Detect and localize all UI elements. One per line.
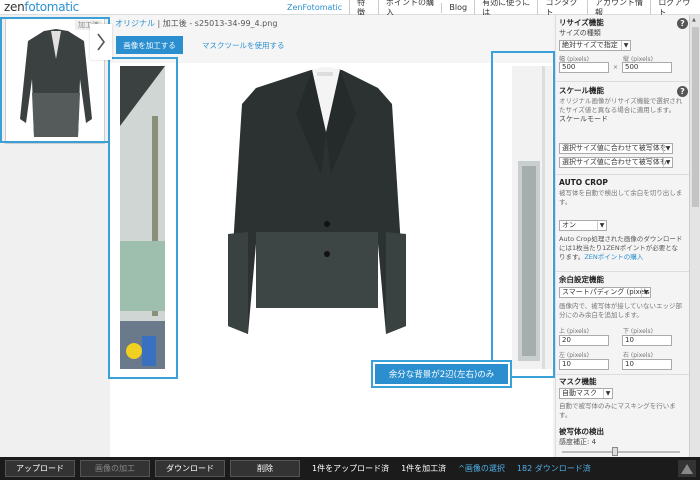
chevron-down-icon: ▼: [663, 158, 672, 167]
margin-mode-value: スマートパディング (pixels): [562, 288, 651, 296]
processed-image-preview[interactable]: [116, 64, 548, 370]
top-nav: ZenFotomatic 特徴 ポイントの購入 Blog 有効に使うには コンタ…: [280, 0, 700, 18]
breadcrumb-dash: -: [189, 19, 193, 28]
scale-title: スケール機能: [559, 86, 604, 95]
width-input[interactable]: 500: [559, 62, 609, 73]
resize-title: リサイズ機能: [559, 18, 604, 27]
breadcrumb: オリジナル | 加工後 - s25013-34-99_4.png: [115, 18, 277, 29]
autocrop-title: AUTO CROP: [559, 178, 608, 187]
divider: [556, 271, 689, 272]
size-type-select[interactable]: 絶対サイズで指定 ▼: [559, 40, 631, 51]
mask-title: マスク機能: [559, 377, 597, 386]
margin-description: 画像内で、被写体が接していないエッジ部分にのみ余白を追加します。: [559, 302, 683, 319]
scale-section: スケール機能 ? オリジナル画像がリサイズ機能で選択されたサイズ値と異なる場合に…: [556, 85, 689, 168]
autocrop-note: Auto Crop処理された画像のダウンロードには1枚当たり1ZENポイントが必…: [556, 235, 684, 262]
settings-panel: リサイズ機能 ? サイズの種類 絶対サイズで指定 ▼ 幅 (pixels) 縦 (…: [555, 15, 689, 457]
margin-title: 余白設定機能: [559, 275, 604, 284]
left-margin-label: 左 (pixels): [559, 352, 589, 359]
detect-title: 被写体の検出: [559, 427, 604, 436]
panel-scrollbar[interactable]: ▲: [689, 15, 700, 457]
help-icon[interactable]: ?: [677, 18, 688, 29]
right-margin-input[interactable]: 10: [622, 359, 672, 370]
mask-tool-link[interactable]: マスクツールを使用する: [202, 40, 285, 51]
autocrop-select[interactable]: オン ▼: [559, 220, 607, 231]
nav-home[interactable]: ZenFotomatic: [280, 3, 349, 13]
scale-mode-select-1[interactable]: 選択サイズ値に合わせて被写体を ▼: [559, 143, 673, 154]
app-window: zenfotomatic ZenFotomatic 特徴 ポイントの購入 Blo…: [0, 0, 700, 480]
bottom-bar: アップロード 画像の加工 ダウンロード 削除 1件をアップロード済 1件を加工済…: [0, 457, 700, 480]
logo-suffix: fotomatic: [24, 0, 79, 14]
mask-value: 自動マスク: [562, 389, 597, 397]
top-margin-label: 上 (pixels): [559, 328, 589, 335]
scale-mode-value-2: 選択サイズ値に合わせて被写体も: [562, 158, 667, 166]
buy-points-link[interactable]: ZENポイントの購入: [584, 253, 643, 261]
scrollbar-thumb[interactable]: [692, 27, 699, 207]
chevron-down-icon: ▼: [603, 389, 612, 398]
top-bar: zenfotomatic ZenFotomatic 特徴 ポイントの購入 Blo…: [0, 0, 700, 18]
scale-mode-value-1: 選択サイズ値に合わせて被写体を: [562, 144, 667, 152]
logo[interactable]: zenfotomatic: [4, 0, 79, 14]
sensitivity-slider-handle[interactable]: [612, 447, 618, 456]
help-icon[interactable]: ?: [677, 86, 688, 97]
original-link[interactable]: オリジナル: [115, 19, 155, 28]
divider: [556, 81, 689, 82]
autocrop-description: 被写体を自動で検出して余白を切り出します。: [559, 189, 683, 206]
download-button[interactable]: ダウンロード: [155, 460, 225, 477]
autocrop-section: AUTO CROP 被写体を自動で検出して余白を切り出します。 オン ▼ Auto…: [556, 177, 689, 261]
select-images-link[interactable]: ^画像の選択: [458, 463, 505, 474]
process-image-button[interactable]: 画像を加工する: [116, 36, 183, 54]
jacket-product-image: [228, 67, 406, 334]
times-sign: ×: [613, 64, 619, 71]
scale-mode-select-2[interactable]: 選択サイズ値に合わせて被写体も ▼: [559, 157, 673, 168]
callout-text: 余分な背景が2辺(左右)のみ: [375, 364, 508, 384]
logo-prefix: zen: [4, 0, 25, 14]
scale-description: オリジナル画像がリサイズ機能で選択されたサイズ値と異なる場合に適用します。: [559, 97, 683, 114]
mask-select[interactable]: 自動マスク ▼: [559, 388, 613, 399]
chevron-down-icon: ▼: [663, 144, 672, 153]
right-margin-label: 右 (pixels): [623, 352, 653, 359]
collapse-thumbnails-button[interactable]: [90, 24, 112, 60]
size-type-label: サイズの種類: [559, 29, 601, 37]
file-name: s25013-34-99_4.png: [194, 19, 278, 28]
nav-blog[interactable]: Blog: [441, 2, 474, 13]
left-excess-highlight: [108, 57, 178, 379]
resize-section: リサイズ機能 ? サイズの種類 絶対サイズで指定 ▼ 幅 (pixels) 縦 (…: [556, 17, 689, 73]
bottom-margin-input[interactable]: 10: [622, 335, 672, 346]
delete-button[interactable]: 削除: [230, 460, 300, 477]
downloaded-status[interactable]: 182 ダウンロード済: [517, 463, 591, 474]
chevron-down-icon: ▼: [641, 288, 650, 297]
breadcrumb-separator: |: [157, 19, 161, 28]
top-margin-input[interactable]: 20: [559, 335, 609, 346]
process-images-button[interactable]: 画像の加工: [80, 460, 150, 477]
divider: [556, 374, 689, 375]
height-input[interactable]: 500: [622, 62, 672, 73]
chevron-right-icon: [97, 33, 105, 51]
divider: [556, 174, 689, 175]
scroll-up-icon[interactable]: ▲: [692, 17, 696, 23]
mask-section: マスク機能 自動マスク ▼ 自動で被写体のみにマスキングを行います。: [556, 376, 689, 419]
annotation-callout: 余分な背景が2辺(左右)のみ: [371, 360, 512, 388]
bottom-margin-label: 下 (pixels): [623, 328, 653, 335]
chevron-down-icon: ▼: [621, 41, 630, 50]
upload-button[interactable]: アップロード: [5, 460, 75, 477]
processed-status: 1件を加工済: [401, 464, 447, 473]
processed-label: 加工後: [162, 19, 187, 28]
sensitivity-label: 感度補正: 4: [559, 438, 597, 446]
autocrop-value: オン: [562, 221, 576, 229]
grid-icon[interactable]: [678, 460, 696, 477]
uploaded-status: 1件をアップロード済: [312, 464, 390, 473]
detect-section: 被写体の検出 感度補正: 4: [556, 426, 689, 456]
right-excess-highlight: [491, 51, 555, 378]
chevron-down-icon: ▼: [597, 221, 606, 230]
sensitivity-slider-track[interactable]: [562, 451, 680, 453]
mask-description: 自動で被写体のみにマスキングを行います。: [559, 402, 676, 419]
margin-section: 余白設定機能 スマートパディング (pixels) ▼ 画像内で、被写体が接してい…: [556, 274, 689, 370]
scale-mode-label: スケールモード: [559, 115, 608, 123]
left-margin-input[interactable]: 10: [559, 359, 609, 370]
margin-mode-select[interactable]: スマートパディング (pixels) ▼: [559, 287, 651, 298]
size-type-value: 絶対サイズで指定: [562, 41, 618, 49]
